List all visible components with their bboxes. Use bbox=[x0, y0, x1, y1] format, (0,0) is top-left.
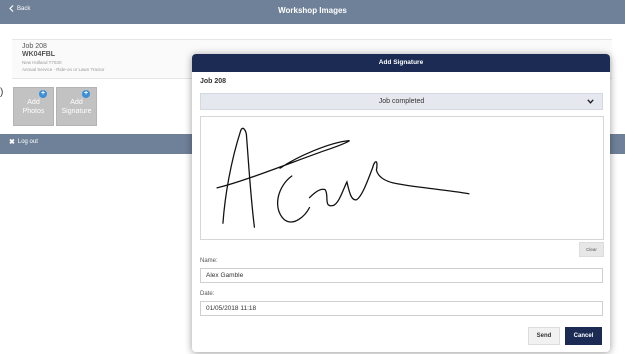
add-photos-button[interactable]: + Add Photos bbox=[13, 87, 54, 126]
job-number: Job 208 bbox=[22, 43, 47, 50]
close-icon: ✖ bbox=[9, 139, 15, 146]
name-input[interactable]: Alex Gamble bbox=[200, 268, 603, 283]
page-title: Workshop Images bbox=[278, 6, 347, 15]
chevron-down-icon bbox=[587, 99, 594, 104]
add-signature-label-1: Add bbox=[70, 99, 83, 106]
plus-circle-icon: + bbox=[39, 90, 47, 98]
plus-circle-icon: + bbox=[82, 90, 90, 98]
clear-signature-button[interactable]: Clear bbox=[579, 242, 604, 257]
cancel-button[interactable]: Cancel bbox=[565, 327, 602, 345]
logout-label: Log out bbox=[17, 139, 38, 145]
job-status-value: Job completed bbox=[378, 98, 425, 105]
date-input[interactable]: 01/05/2018 11:18 bbox=[200, 301, 603, 316]
add-signature-modal: Add Signature Job 208 Job completed Clea… bbox=[192, 54, 610, 352]
job-status-select[interactable]: Job completed bbox=[200, 93, 603, 110]
top-bar: Back Workshop Images bbox=[0, 0, 625, 24]
modal-job-number: Job 208 bbox=[200, 78, 227, 85]
left-edge-glyph: ) bbox=[0, 87, 4, 98]
add-signature-label-2: Signature bbox=[61, 108, 92, 115]
send-button[interactable]: Send bbox=[528, 327, 560, 345]
add-photos-label-2: Photos bbox=[22, 108, 45, 115]
add-photos-label-1: Add bbox=[27, 99, 40, 106]
signature-pad[interactable] bbox=[200, 116, 604, 240]
add-signature-button[interactable]: + Add Signature bbox=[56, 87, 97, 126]
date-label: Date: bbox=[200, 291, 215, 297]
name-label: Name: bbox=[200, 258, 218, 264]
logout-button[interactable]: ✖ Log out bbox=[9, 138, 38, 146]
modal-title: Add Signature bbox=[192, 54, 610, 72]
signature-drawing bbox=[216, 127, 470, 228]
